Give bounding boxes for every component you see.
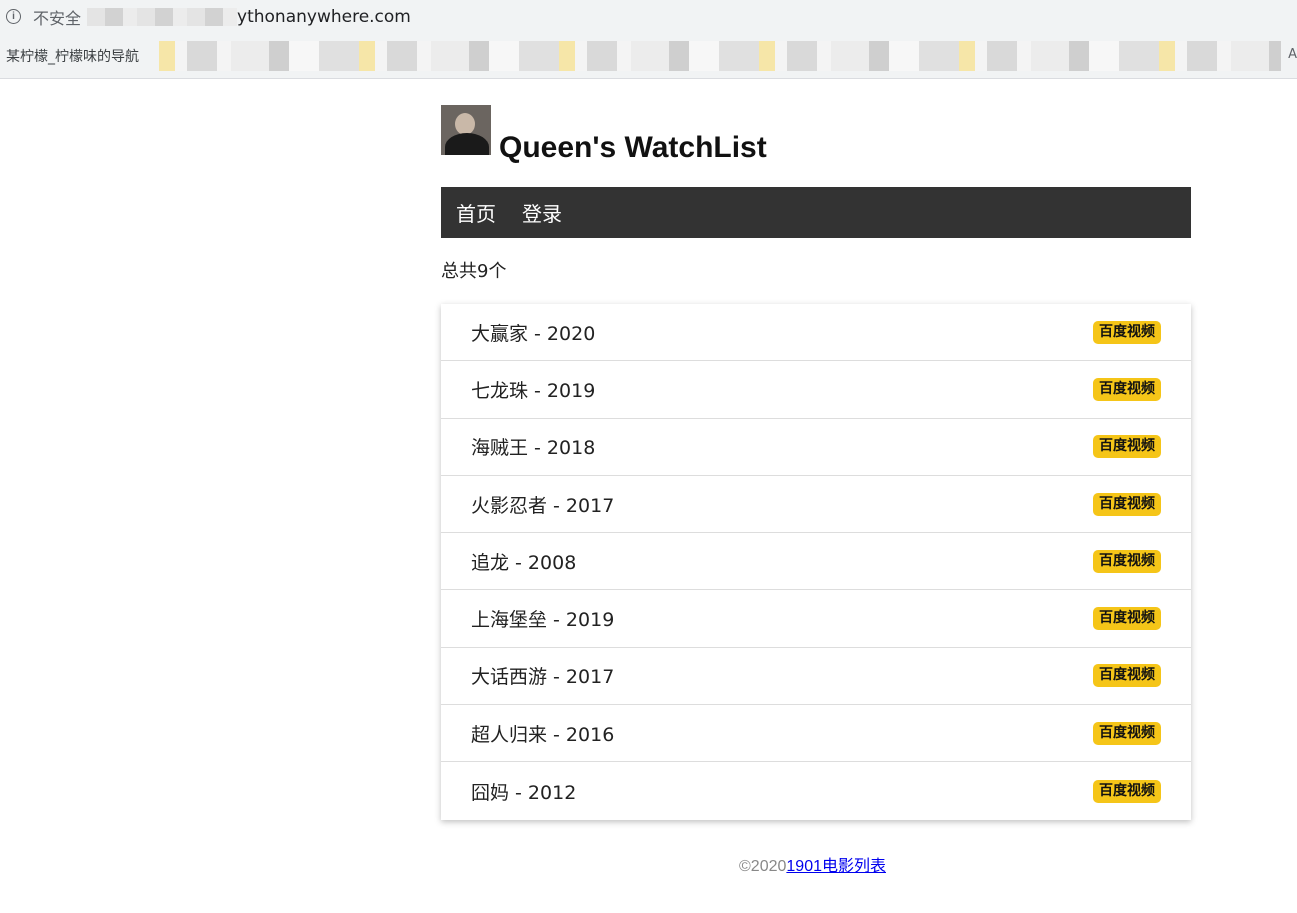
movie-title: 七龙珠 - 2019 xyxy=(471,379,596,402)
nav-login-link[interactable]: 登录 xyxy=(522,198,562,227)
nav-bar: 首页 登录 xyxy=(441,187,1191,238)
bookmark-bar: 某柠檬_柠檬味的导航 A xyxy=(0,33,1297,79)
movie-title: 囧妈 - 2012 xyxy=(471,781,577,804)
movie-title: 超人归来 - 2016 xyxy=(471,723,615,746)
baidu-video-link[interactable]: 百度视频 xyxy=(1093,721,1161,745)
baidu-video-link[interactable]: 百度视频 xyxy=(1093,607,1161,631)
movie-title: 大话西游 - 2017 xyxy=(471,666,615,689)
address-bar[interactable]: i 不安全 ythonanywhere.com xyxy=(0,0,1297,33)
baidu-video-link[interactable]: 百度视频 xyxy=(1093,549,1161,573)
nav-home-link[interactable]: 首页 xyxy=(456,198,496,227)
insecure-label: 不安全 xyxy=(33,8,82,28)
list-item: 大话西游 - 2017 百度视频 xyxy=(441,648,1191,706)
list-item: 七龙珠 - 2019 百度视频 xyxy=(441,361,1191,419)
movie-title: 火影忍者 - 2017 xyxy=(471,494,615,517)
page-title: Queen's WatchList xyxy=(499,131,767,164)
baidu-video-link[interactable]: 百度视频 xyxy=(1093,377,1161,401)
bookmark-item[interactable]: 某柠檬_柠檬味的导航 xyxy=(6,46,139,66)
url-redacted xyxy=(87,7,238,26)
bookmark-overflow[interactable]: A xyxy=(1288,47,1297,62)
movie-count: 总共9个 xyxy=(441,261,507,282)
movie-title: 大赢家 - 2020 xyxy=(471,322,596,345)
list-item: 海贼王 - 2018 百度视频 xyxy=(441,419,1191,476)
baidu-video-link[interactable]: 百度视频 xyxy=(1093,492,1161,516)
movie-title: 追龙 - 2008 xyxy=(471,551,577,574)
baidu-video-link[interactable]: 百度视频 xyxy=(1093,320,1161,344)
baidu-video-link[interactable]: 百度视频 xyxy=(1093,779,1161,803)
list-item: 囧妈 - 2012 百度视频 xyxy=(441,762,1191,819)
list-item: 超人归来 - 2016 百度视频 xyxy=(441,705,1191,763)
baidu-video-link[interactable]: 百度视频 xyxy=(1093,664,1161,688)
url-text[interactable]: ythonanywhere.com xyxy=(237,7,411,27)
info-icon[interactable]: i xyxy=(6,9,21,24)
footer-copyright: ©2020 xyxy=(739,858,787,875)
movie-list: 大赢家 - 2020 百度视频 七龙珠 - 2019 百度视频 海贼王 - 20… xyxy=(441,304,1191,820)
list-item: 大赢家 - 2020 百度视频 xyxy=(441,304,1191,362)
movie-title: 海贼王 - 2018 xyxy=(471,437,596,460)
list-item: 追龙 - 2008 百度视频 xyxy=(441,533,1191,591)
movie-title: 上海堡垒 - 2019 xyxy=(471,609,615,632)
baidu-video-link[interactable]: 百度视频 xyxy=(1093,435,1161,459)
footer-link[interactable]: 1901电影列表 xyxy=(786,858,886,875)
site-header: Queen's WatchList xyxy=(441,105,1191,164)
list-item: 上海堡垒 - 2019 百度视频 xyxy=(441,590,1191,648)
list-item: 火影忍者 - 2017 百度视频 xyxy=(441,476,1191,534)
footer: ©20201901电影列表 xyxy=(739,852,886,876)
bookmarks-redacted xyxy=(159,40,1281,71)
avatar xyxy=(441,105,491,155)
page-content: Queen's WatchList 首页 登录 总共9个 大赢家 - 2020 … xyxy=(441,105,1191,820)
